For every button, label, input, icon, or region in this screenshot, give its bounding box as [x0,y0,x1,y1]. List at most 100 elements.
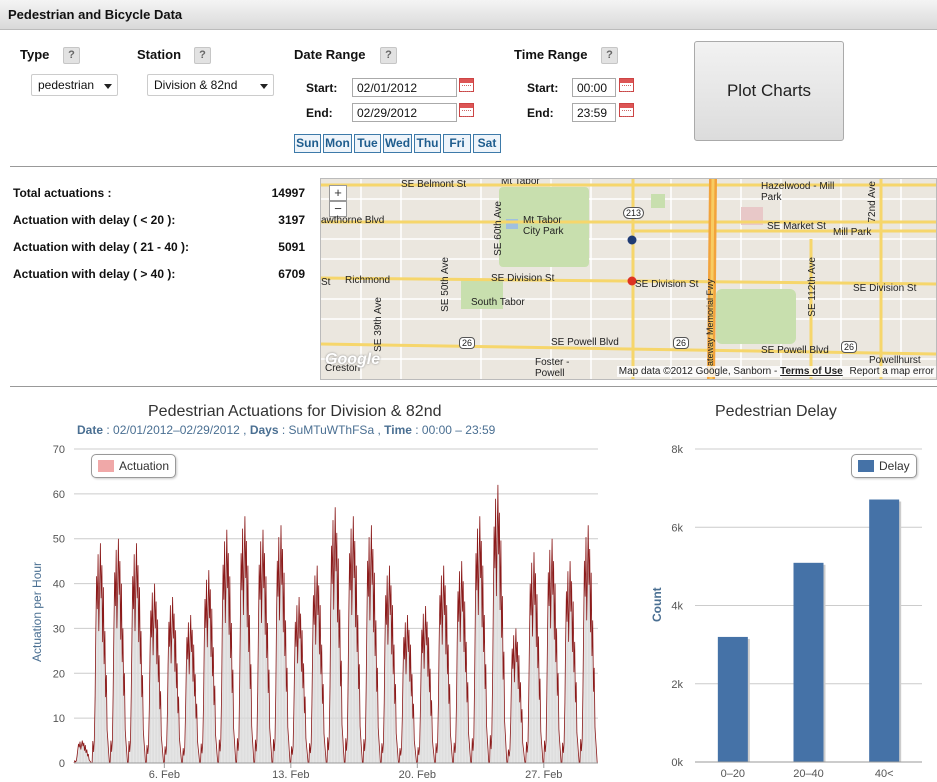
map-attribution: Map data ©2012 Google, Sanborn - Terms o… [616,366,936,377]
day-button-mon[interactable]: Mon [323,134,352,153]
map-label: SE 60th Ave [493,201,504,256]
x-tick-label: 20–40 [793,768,824,780]
window-titlebar: Pedestrian and Bicycle Data [0,0,937,30]
stat-label: Actuation with delay ( 21 - 40 ): [13,240,190,254]
divider [10,386,937,387]
bar-chart-title: Pedestrian Delay [715,403,837,420]
y-tick-label: 10 [53,713,65,725]
map-label: Mt Tabor City Park [523,215,564,237]
bar-chart-ylabel: Count [650,587,664,622]
line-chart-legend[interactable]: Actuation [91,454,177,478]
subtitle-time-label: Time [384,423,412,437]
y-tick-label: 8k [671,444,683,456]
date-range-label: Date Range [294,47,366,62]
x-tick-label: 27. Feb [525,769,562,780]
map-label: SE 50th Ave [440,257,451,312]
zoom-in-button[interactable]: + [329,185,347,201]
map-label: SE Division St [491,273,555,284]
google-logo: Google [325,351,381,368]
report-map-error-link[interactable]: Report a map error [850,366,934,377]
time-end-label: End: [527,106,554,120]
map-label: Mill Park [833,227,872,238]
day-button-tue[interactable]: Tue [354,134,381,153]
divider [10,166,937,167]
y-tick-label: 0 [59,758,65,770]
line-chart: 0 10 20 30 40 50 60 70 6. Feb 13. Feb 20. Feb 27. F… [53,444,598,780]
map-view[interactable]: + − SE Belmont St Mt Tabor Hazelwood - M… [320,178,937,380]
subtitle-days-label: Days [249,423,279,437]
station-select[interactable]: Division & 82nd [147,74,274,96]
bar-chart-legend[interactable]: Delay [851,454,917,478]
time-start-label: Start: [527,81,559,95]
day-button-thu[interactable]: Thu [414,134,441,153]
map-label: 26 [459,337,476,349]
x-tick-label: 13. Feb [272,769,309,780]
map-label: 72nd Ave [867,181,878,223]
y-tick-label: 30 [53,623,65,635]
map-label: Gateway Memorial Fwy [705,279,715,374]
day-button-fri[interactable]: Fri [443,134,471,153]
calendar-icon[interactable] [459,103,474,117]
terms-of-use-link[interactable]: Terms of Use [780,366,843,377]
map-label: Foster - Powell [535,357,570,379]
map-label: 26 [673,337,690,349]
y-tick-label: 50 [53,534,65,546]
map-label: 213 [623,207,645,219]
map-label: SE 39th Ave [373,297,384,352]
date-end-input[interactable]: 02/29/2012 [352,103,457,122]
day-button-sat[interactable]: Sat [473,134,501,153]
bar [793,562,824,762]
subtitle-days-value: : SuMTuWThFSa , [281,423,381,437]
map-label: SE Belmont St [401,179,467,190]
type-help-button[interactable]: ? [63,47,80,64]
station-help-button[interactable]: ? [194,47,211,64]
legend-label: Delay [879,459,910,473]
date-range-help-button[interactable]: ? [380,47,397,64]
date-end-label: End: [306,106,333,120]
stat-value: 5091 [278,240,305,254]
map-label: 26 [841,341,858,353]
bar-chart: 0k 2k 4k 6k 8k 0–20 20–40 40< [671,444,922,780]
subtitle-date-value: : 02/01/2012–02/29/2012 , [106,423,247,437]
day-button-wed[interactable]: Wed [383,134,412,153]
map-label: SE Division St [635,279,699,290]
date-start-label: Start: [306,81,338,95]
legend-label: Actuation [119,459,170,473]
map-label: St [321,277,331,288]
x-tick-label: 6. Feb [149,769,180,780]
plot-charts-button[interactable]: Plot Charts [694,41,844,141]
calendar-icon[interactable] [619,103,634,117]
type-select-value: pedestrian [38,78,95,92]
calendar-icon[interactable] [619,78,634,92]
day-button-sun[interactable]: Sun [294,134,321,153]
map-label: SE Division St [853,283,917,294]
type-select[interactable]: pedestrian [31,74,118,96]
legend-swatch [858,460,874,472]
bar [869,499,900,762]
y-tick-label: 0k [671,757,683,769]
type-label: Type [20,47,50,62]
date-start-input[interactable]: 02/01/2012 [352,78,457,97]
map-label: Richmond [345,275,391,286]
x-tick-label: 40< [875,768,894,780]
time-range-help-button[interactable]: ? [601,47,618,64]
time-start-input[interactable]: 00:00 [572,78,616,97]
map-label: South Tabor [471,297,525,308]
y-tick-label: 20 [53,668,65,680]
line-chart-title: Pedestrian Actuations for Division & 82n… [148,403,442,420]
calendar-icon[interactable] [459,78,474,92]
subtitle-date-label: Date [77,423,104,437]
map-label: SE 112th Ave [807,257,818,317]
map-label: SE Market St [767,221,826,232]
chevron-down-icon [260,84,268,89]
stat-value: 14997 [271,186,305,200]
y-tick-label: 6k [671,522,683,534]
time-end-input[interactable]: 23:59 [572,103,616,122]
legend-swatch [98,460,114,472]
map-label: Mt Tabor [501,178,540,187]
stat-label: Actuation with delay ( > 40 ): [13,267,176,281]
chevron-down-icon [104,84,112,89]
y-tick-label: 40 [53,579,65,591]
subtitle-time-value: : 00:00 – 23:59 [415,423,496,437]
y-tick-label: 2k [671,679,683,691]
